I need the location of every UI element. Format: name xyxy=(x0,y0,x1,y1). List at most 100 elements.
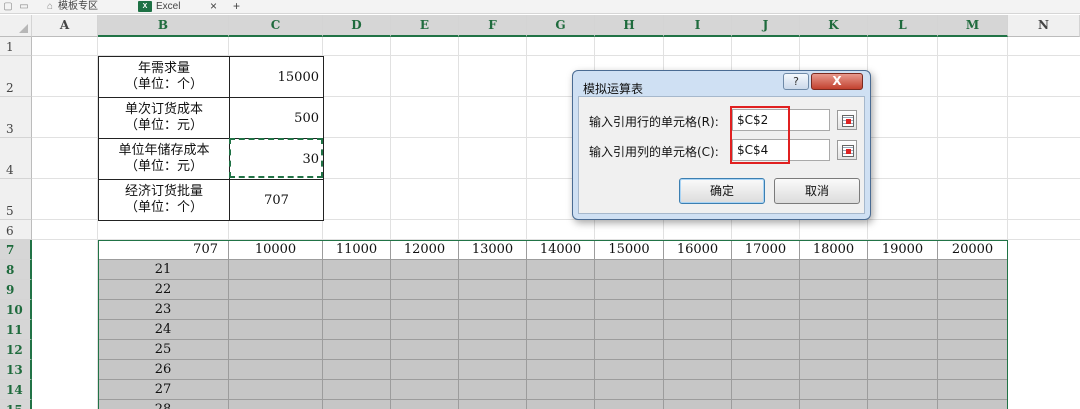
column-header-a[interactable]: A xyxy=(32,15,98,37)
data-table-result-cell[interactable] xyxy=(229,260,323,280)
data-table-result-cell[interactable] xyxy=(323,280,391,300)
data-table-result-cell[interactable] xyxy=(595,340,664,360)
data-table-result-cell[interactable] xyxy=(459,340,527,360)
data-table-result-cell[interactable] xyxy=(391,400,459,409)
data-table-result-cell[interactable] xyxy=(459,380,527,400)
data-table-result-cell[interactable] xyxy=(391,320,459,340)
data-table-row-header[interactable]: 26 xyxy=(98,360,229,380)
data-table-col-header[interactable]: 15000 xyxy=(595,240,664,260)
data-table-col-header[interactable]: 10000 xyxy=(229,240,323,260)
data-table-row-header[interactable]: 22 xyxy=(98,280,229,300)
data-table-row-header[interactable]: 27 xyxy=(98,380,229,400)
data-table-result-cell[interactable] xyxy=(664,360,732,380)
value-order-cost[interactable]: 500 xyxy=(229,97,324,139)
data-table-result-cell[interactable] xyxy=(732,300,800,320)
cancel-button[interactable]: 取消 xyxy=(774,178,860,204)
column-header-l[interactable]: L xyxy=(868,15,938,37)
tab-template-zone[interactable]: 模板专区 xyxy=(58,0,98,14)
column-header-m[interactable]: M xyxy=(938,15,1008,37)
data-table-result-cell[interactable] xyxy=(323,380,391,400)
data-table-col-header[interactable]: 19000 xyxy=(868,240,938,260)
column-header-b[interactable]: B xyxy=(98,15,229,37)
data-table-result-cell[interactable] xyxy=(595,400,664,409)
data-table-result-cell[interactable] xyxy=(527,400,595,409)
data-table-result-cell[interactable] xyxy=(391,340,459,360)
column-header-j[interactable]: J xyxy=(732,15,800,37)
data-table-result-cell[interactable] xyxy=(732,360,800,380)
column-header-e[interactable]: E xyxy=(391,15,459,37)
row-header-14[interactable]: 14 xyxy=(0,380,32,400)
data-table-result-cell[interactable] xyxy=(391,300,459,320)
data-table-col-header[interactable]: 13000 xyxy=(459,240,527,260)
data-table-result-cell[interactable] xyxy=(664,300,732,320)
value-annual-demand[interactable]: 15000 xyxy=(229,56,324,98)
data-table-result-cell[interactable] xyxy=(664,400,732,409)
data-table-result-cell[interactable] xyxy=(938,340,1008,360)
data-table-result-cell[interactable] xyxy=(800,400,868,409)
data-table-result-cell[interactable] xyxy=(595,260,664,280)
data-table-result-cell[interactable] xyxy=(527,300,595,320)
value-holding-cost[interactable]: 30 xyxy=(229,138,324,180)
data-table-result-cell[interactable] xyxy=(732,340,800,360)
data-table-result-cell[interactable] xyxy=(229,360,323,380)
data-table-result-cell[interactable] xyxy=(323,360,391,380)
row-input-cell-field[interactable]: $C$2 xyxy=(732,109,830,131)
data-table-result-cell[interactable] xyxy=(868,300,938,320)
data-table-col-header[interactable]: 20000 xyxy=(938,240,1008,260)
column-header-k[interactable]: K xyxy=(800,15,868,37)
label-holding-cost[interactable]: 单位年储存成本 （单位：元） xyxy=(98,138,230,180)
label-eoq[interactable]: 经济订货批量 （单位：个） xyxy=(98,179,230,221)
data-table-col-header[interactable]: 11000 xyxy=(323,240,391,260)
data-table-result-cell[interactable] xyxy=(527,320,595,340)
close-tab-icon[interactable]: × xyxy=(210,0,217,14)
range-select-icon[interactable] xyxy=(837,110,857,130)
data-table-result-cell[interactable] xyxy=(938,300,1008,320)
data-table-result-cell[interactable] xyxy=(229,280,323,300)
data-table-result-cell[interactable] xyxy=(323,340,391,360)
column-header-h[interactable]: H xyxy=(595,15,664,37)
column-header-n[interactable]: N xyxy=(1008,15,1080,37)
column-header-c[interactable]: C xyxy=(229,15,323,37)
data-table-result-cell[interactable] xyxy=(595,320,664,340)
data-table-result-cell[interactable] xyxy=(595,300,664,320)
data-table-result-cell[interactable] xyxy=(868,280,938,300)
new-tab-icon[interactable]: + xyxy=(233,0,240,14)
data-table-col-header[interactable]: 18000 xyxy=(800,240,868,260)
value-eoq[interactable]: 707 xyxy=(229,179,324,221)
data-table-result-cell[interactable] xyxy=(938,380,1008,400)
data-table-result-cell[interactable] xyxy=(229,400,323,409)
close-button[interactable]: X xyxy=(811,73,863,90)
data-table-result-cell[interactable] xyxy=(800,320,868,340)
data-table-result-cell[interactable] xyxy=(459,300,527,320)
data-table-row-header[interactable]: 23 xyxy=(98,300,229,320)
data-table-result-cell[interactable] xyxy=(664,260,732,280)
data-table-result-cell[interactable] xyxy=(527,380,595,400)
data-table-result-cell[interactable] xyxy=(323,260,391,280)
row-header-3[interactable]: 3 xyxy=(0,97,32,138)
data-table-result-cell[interactable] xyxy=(595,360,664,380)
data-table-result-cell[interactable] xyxy=(323,320,391,340)
data-table-result-cell[interactable] xyxy=(229,300,323,320)
row-header-13[interactable]: 13 xyxy=(0,360,32,380)
data-table-result-cell[interactable] xyxy=(938,320,1008,340)
data-table-result-cell[interactable] xyxy=(732,280,800,300)
row-header-1[interactable]: 1 xyxy=(0,37,32,56)
data-table-row-header[interactable]: 21 xyxy=(98,260,229,280)
row-header-2[interactable]: 2 xyxy=(0,56,32,97)
home-icon[interactable]: ⌂ xyxy=(44,0,56,14)
data-table-result-cell[interactable] xyxy=(938,260,1008,280)
data-table-result-cell[interactable] xyxy=(391,380,459,400)
data-table-result-cell[interactable] xyxy=(868,320,938,340)
data-table-result-cell[interactable] xyxy=(732,400,800,409)
data-table-result-cell[interactable] xyxy=(732,260,800,280)
data-table-result-cell[interactable] xyxy=(938,400,1008,409)
data-table-result-cell[interactable] xyxy=(732,380,800,400)
row-header-10[interactable]: 10 xyxy=(0,300,32,320)
data-table-result-cell[interactable] xyxy=(459,280,527,300)
data-table-result-cell[interactable] xyxy=(229,380,323,400)
data-table-result-cell[interactable] xyxy=(800,300,868,320)
new-doc-icon[interactable]: ▢ xyxy=(2,0,14,14)
ok-button[interactable]: 确定 xyxy=(679,178,765,204)
data-table-row-header[interactable]: 25 xyxy=(98,340,229,360)
data-table-result-cell[interactable] xyxy=(391,280,459,300)
